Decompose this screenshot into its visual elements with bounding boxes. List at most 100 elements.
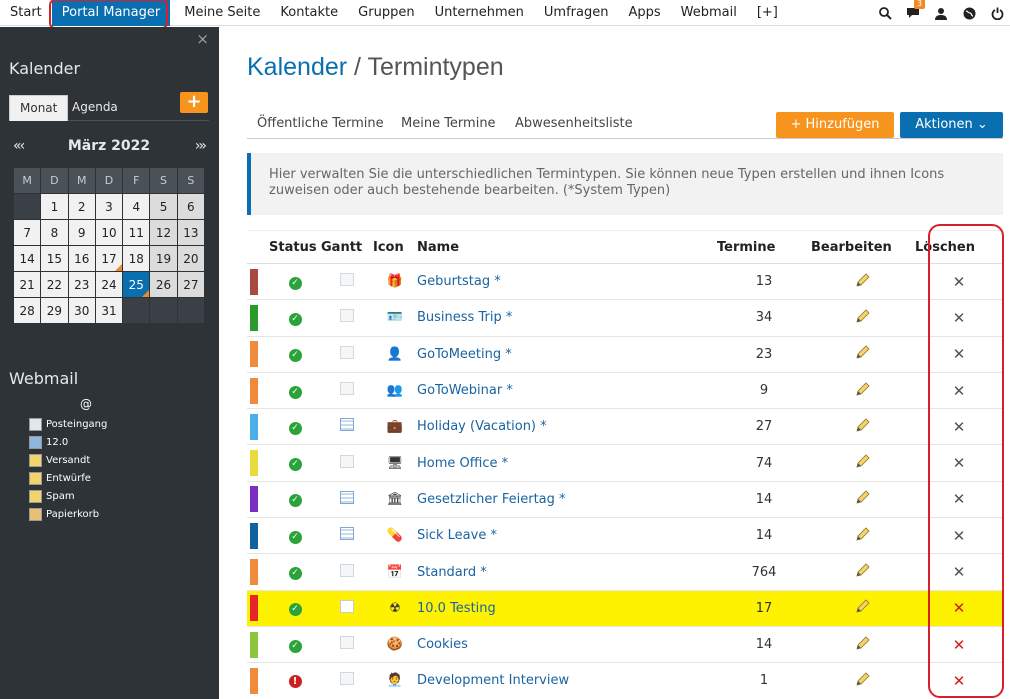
edit-pencil-icon[interactable] [855, 454, 871, 473]
gantt-cell[interactable] [321, 336, 373, 373]
gantt-cell[interactable] [321, 299, 373, 337]
edit-cell[interactable] [811, 299, 915, 337]
user-icon[interactable] [934, 6, 948, 20]
calendar-day[interactable]: 31 [94, 297, 124, 324]
status-cell[interactable]: ✓ [269, 590, 321, 627]
delete-cell[interactable]: ✕ [915, 444, 1003, 482]
calendar-day[interactable]: 3 [94, 193, 124, 220]
delete-icon[interactable]: ✕ [953, 309, 966, 327]
gantt-cell[interactable] [321, 553, 373, 591]
nav-item-6[interactable]: Umfragen [534, 0, 619, 26]
gantt-cell[interactable] [321, 662, 373, 699]
calendar-day[interactable]: 30 [67, 297, 96, 324]
edit-pencil-icon[interactable] [855, 672, 871, 691]
delete-cell[interactable]: ✕ [915, 372, 1003, 410]
calendar-day[interactable]: 8 [40, 219, 69, 246]
status-cell[interactable]: ✓ [269, 372, 321, 410]
type-name-link[interactable]: Standard * [417, 565, 487, 580]
calendar-day[interactable]: 28 [12, 297, 42, 324]
type-name-link[interactable]: Cookies [417, 637, 468, 652]
type-name-link[interactable]: Geburtstag * [417, 274, 501, 289]
gantt-cell[interactable] [321, 626, 373, 664]
status-cell[interactable]: ✓ [269, 517, 321, 555]
edit-cell[interactable] [811, 481, 915, 519]
calendar-day[interactable]: 27 [176, 271, 206, 298]
globe-icon[interactable] [962, 6, 976, 20]
gantt-cell[interactable] [321, 444, 373, 482]
calendar-day[interactable]: 18 [122, 245, 151, 272]
status-cell[interactable]: ✓ [269, 336, 321, 373]
type-name-link[interactable]: Sick Leave * [417, 528, 497, 543]
type-name-link[interactable]: GoToMeeting * [417, 347, 512, 362]
calendar-day[interactable]: 23 [67, 271, 96, 298]
calendar-day[interactable]: 21 [12, 271, 42, 298]
nav-item-0[interactable]: Start [0, 0, 52, 26]
calendar-day[interactable]: 15 [40, 245, 69, 272]
edit-cell[interactable] [811, 336, 915, 373]
calendar-day[interactable]: 6 [176, 193, 206, 220]
calendar-day[interactable]: 5 [149, 193, 178, 220]
edit-pencil-icon[interactable] [855, 309, 871, 328]
type-name-link[interactable]: Business Trip * [417, 310, 512, 325]
calendar-day[interactable]: 10 [94, 219, 124, 246]
delete-cell[interactable]: ✕ [915, 299, 1003, 337]
delete-icon[interactable]: ✕ [953, 273, 966, 291]
tab-absence-list[interactable]: Abwesenheitsliste [515, 116, 633, 131]
calendar-day[interactable]: 4 [122, 193, 151, 220]
delete-cell[interactable]: ✕ [915, 263, 1003, 301]
webmail-folder[interactable]: Entwürfe [29, 469, 107, 487]
status-cell[interactable]: ✓ [269, 299, 321, 337]
delete-icon[interactable]: ✕ [953, 599, 966, 617]
delete-icon[interactable]: ✕ [953, 563, 966, 581]
type-name-link[interactable]: Home Office * [417, 456, 508, 471]
nav-item-9[interactable]: [+] [747, 0, 788, 26]
status-cell[interactable]: ✓ [269, 408, 321, 446]
edit-pencil-icon[interactable] [855, 563, 871, 582]
nav-item-8[interactable]: Webmail [671, 0, 747, 26]
calendar-day[interactable]: 14 [12, 245, 42, 272]
type-name-link[interactable]: Gesetzlicher Feiertag * [417, 492, 566, 507]
delete-cell[interactable]: ✕ [915, 517, 1003, 555]
delete-icon[interactable]: ✕ [953, 382, 966, 400]
type-name-link[interactable]: GoToWebinar * [417, 383, 513, 398]
calendar-day[interactable]: 12 [149, 219, 178, 246]
edit-pencil-icon[interactable] [855, 418, 871, 437]
edit-pencil-icon[interactable] [855, 599, 871, 618]
type-name-link[interactable]: Development Interview [417, 673, 569, 688]
webmail-folder[interactable]: Papierkorb [29, 505, 107, 523]
status-cell[interactable]: ✓ [269, 553, 321, 591]
calendar-day[interactable]: 16 [67, 245, 96, 272]
webmail-folder[interactable]: Versandt [29, 451, 107, 469]
edit-cell[interactable] [811, 553, 915, 591]
nav-item-5[interactable]: Unternehmen [425, 0, 534, 26]
calendar-day[interactable]: 7 [12, 219, 42, 246]
status-cell[interactable]: ✓ [269, 481, 321, 519]
calendar-day[interactable]: 9 [67, 219, 96, 246]
calendar-day[interactable]: 26 [149, 271, 178, 298]
webmail-folder[interactable]: Spam [29, 487, 107, 505]
tab-agenda[interactable]: Agenda [62, 95, 128, 121]
gantt-cell[interactable] [321, 408, 373, 446]
status-cell[interactable]: ✓ [269, 263, 321, 301]
gantt-cell[interactable] [321, 517, 373, 555]
add-event-button[interactable]: + [180, 92, 208, 113]
delete-cell[interactable]: ✕ [915, 662, 1003, 699]
edit-cell[interactable] [811, 517, 915, 555]
tab-month[interactable]: Monat [9, 95, 69, 121]
status-cell[interactable]: ✓ [269, 626, 321, 664]
add-type-button[interactable]: + Hinzufügen [776, 112, 894, 138]
delete-cell[interactable]: ✕ [915, 590, 1003, 627]
next-month-button[interactable]: ›» [195, 138, 207, 154]
edit-cell[interactable] [811, 444, 915, 482]
edit-pencil-icon[interactable] [855, 636, 871, 655]
edit-pencil-icon[interactable] [855, 345, 871, 364]
calendar-day[interactable]: 24 [94, 271, 124, 298]
gantt-cell[interactable] [321, 372, 373, 410]
webmail-account[interactable]: @ [80, 397, 92, 411]
search-icon[interactable] [878, 6, 892, 20]
delete-cell[interactable]: ✕ [915, 336, 1003, 373]
webmail-folder[interactable]: Posteingang [29, 415, 107, 433]
calendar-day[interactable]: 25 [122, 271, 151, 298]
prev-month-button[interactable]: «‹ [13, 138, 25, 154]
delete-cell[interactable]: ✕ [915, 408, 1003, 446]
